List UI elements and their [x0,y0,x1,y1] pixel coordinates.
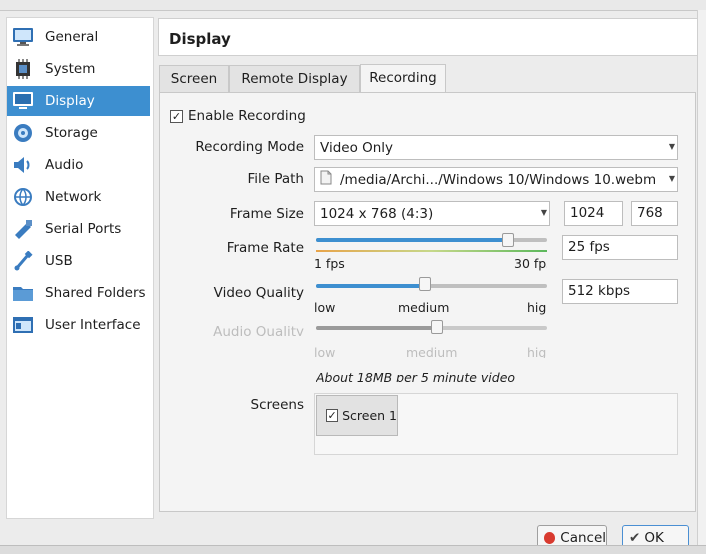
screen-1-item[interactable]: ✓ Screen 1 [316,395,398,436]
tab-screen[interactable]: Screen [159,65,229,92]
tab-recording[interactable]: Recording [360,64,446,92]
audio-quality-high-label: high [527,345,547,358]
size-estimate-text: About 18MB per 5 minute video [316,370,516,382]
slider-handle[interactable] [419,277,431,291]
recording-mode-value: Video Only [320,139,394,156]
cancel-icon [544,532,556,544]
screens-label: Screens [250,397,304,413]
monitor-general-icon [11,25,35,49]
slider-handle[interactable] [502,233,514,247]
checkmark-icon: ✔ [629,530,641,546]
disk-icon [11,121,35,145]
sidebar-item-serial-ports[interactable]: Serial Ports [7,214,150,244]
chevron-down-icon: ▼ [540,208,547,217]
frame-rate-max-label: 30 fps [514,256,547,271]
enable-recording-checkbox[interactable]: ✓ [170,109,183,123]
video-quality-slider[interactable]: low medium high [314,275,547,315]
recording-mode-label: Recording Mode [195,139,304,155]
video-quality-input[interactable]: 512 kbps [562,279,678,304]
serial-port-icon [11,217,35,241]
tab-label: Screen [170,71,218,87]
settings-sidebar: General System Display Storage Audio Net… [6,17,154,519]
video-quality-label: Video Quality [213,285,304,301]
video-quality-high-label: high [527,300,547,315]
frame-rate-input[interactable]: 25 fps [562,235,678,260]
file-path-selector[interactable]: /media/Archi.../Windows 10/Windows 10.we… [314,167,678,192]
display-icon [11,89,35,113]
slider-fill [316,326,437,330]
frame-width-input[interactable]: 1024 [564,201,623,226]
sidebar-item-system[interactable]: System [7,54,150,84]
sidebar-item-user-interface[interactable]: User Interface [7,310,150,340]
frame-height-input[interactable]: 768 [631,201,678,226]
slider-gradient-bar [316,250,547,252]
network-icon [11,185,35,209]
sidebar-item-label: Shared Folders [45,285,146,301]
usb-icon [11,249,35,273]
sidebar-item-label: General [45,29,99,45]
sidebar-item-label: Network [45,189,102,205]
screen-1-checkbox[interactable]: ✓ [326,409,339,422]
audio-quality-low-label: low [314,345,336,358]
frame-size-value: 1024 x 768 (4:3) [320,205,434,222]
sidebar-item-network[interactable]: Network [7,182,150,212]
tab-label: Remote Display [241,71,348,87]
frame-size-label: Frame Size [229,206,304,222]
cancel-label: Cancel [560,530,606,546]
chip-icon [11,57,35,81]
tab-label: Recording [369,70,437,86]
chevron-down-icon: ▼ [668,142,675,151]
sidebar-item-shared-folders[interactable]: Shared Folders [7,278,150,308]
slider-handle [431,320,443,334]
video-quality-low-label: low [314,300,336,315]
page-title: Display [169,30,231,48]
sidebar-item-label: Serial Ports [45,221,122,237]
recording-mode-select[interactable]: Video Only ▼ [314,135,678,160]
folder-icon [11,281,35,305]
slider-fill [316,284,425,288]
audio-quality-slider: low medium high [314,318,547,358]
sidebar-item-label: Storage [45,125,98,141]
speaker-icon [11,153,35,177]
enable-recording-label: Enable Recording [188,108,306,124]
sidebar-item-usb[interactable]: USB [7,246,150,276]
audio-quality-medium-label: medium [406,345,458,358]
sidebar-item-label: User Interface [45,317,141,333]
tab-remote-display[interactable]: Remote Display [229,65,360,92]
audio-quality-label: Audio Quality [213,324,304,336]
slider-fill [316,238,508,242]
file-path-label: File Path [247,171,304,187]
page-header: Display [158,18,698,56]
ok-label: OK [644,530,664,546]
frame-rate-slider[interactable]: 1 fps 30 fps [314,229,547,271]
window-icon [11,313,35,337]
sidebar-item-storage[interactable]: Storage [7,118,150,148]
sidebar-item-audio[interactable]: Audio [7,150,150,180]
sidebar-item-label: Display [45,93,95,109]
screen-1-label: Screen 1 [342,408,397,423]
frame-rate-min-label: 1 fps [314,256,345,271]
sidebar-item-label: Audio [45,157,84,173]
file-icon [320,170,332,189]
sidebar-item-general[interactable]: General [7,22,150,52]
frame-rate-label: Frame Rate [226,240,304,256]
video-quality-medium-label: medium [398,300,450,315]
window-right-edge [697,10,706,545]
chevron-down-icon: ▼ [668,174,675,183]
sidebar-item-label: USB [45,253,73,269]
file-path-value: /media/Archi.../Windows 10/Windows 10.we… [340,171,657,188]
sidebar-item-label: System [45,61,96,77]
window-top-strip [0,0,706,11]
frame-size-select[interactable]: 1024 x 768 (4:3) ▼ [314,201,550,226]
enable-recording-row[interactable]: ✓ Enable Recording [170,106,306,126]
sidebar-item-display[interactable]: Display [7,86,150,116]
